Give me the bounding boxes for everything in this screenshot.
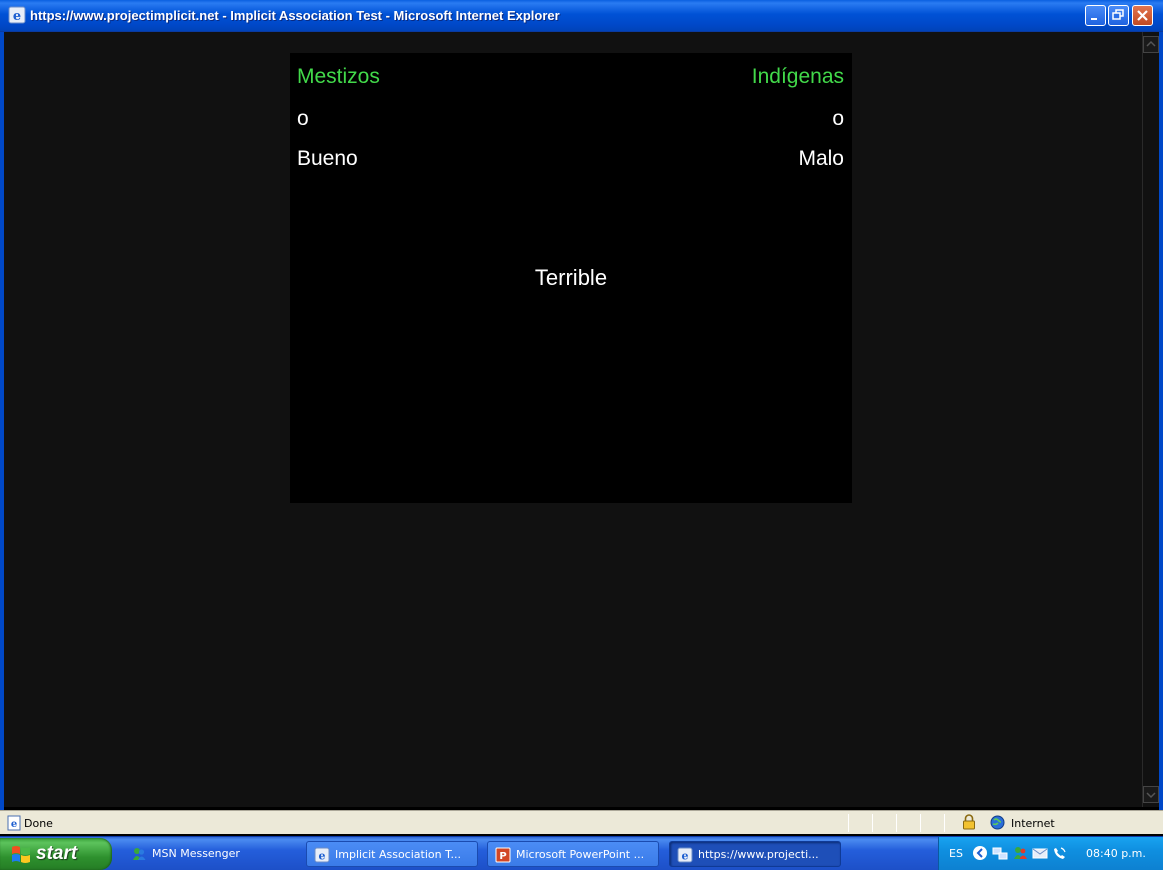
- right-connector-label: o: [832, 107, 844, 130]
- vertical-scrollbar[interactable]: [1142, 32, 1159, 807]
- dialup-connection-icon[interactable]: [1052, 845, 1068, 861]
- network-icon[interactable]: [992, 845, 1008, 861]
- scroll-up-button[interactable]: [1143, 36, 1159, 53]
- iat-panel: Mestizos o Bueno Indígenas o Malo Terrib…: [290, 53, 852, 503]
- taskbar-button-implicit-association[interactable]: e Implicit Association T...: [306, 841, 478, 867]
- minimize-icon: [1091, 18, 1097, 20]
- lock-icon[interactable]: [962, 814, 976, 830]
- internet-zone-icon: [990, 815, 1005, 830]
- chevron-up-icon: [1146, 40, 1156, 47]
- stimulus-word: Terrible: [534, 265, 608, 290]
- page-done-icon: e: [7, 815, 21, 831]
- svg-text:e: e: [682, 850, 689, 863]
- taskbar-button-powerpoint[interactable]: P Microsoft PowerPoint ...: [487, 841, 659, 867]
- taskbar-button-projectimplicit[interactable]: e https://www.projecti...: [669, 841, 841, 867]
- taskbar-button-label: Microsoft PowerPoint ...: [516, 848, 645, 861]
- taskbar-button-label: https://www.projecti...: [698, 848, 819, 861]
- window-title: https://www.projectimplicit.net - Implic…: [30, 8, 560, 23]
- status-divider: [872, 814, 873, 832]
- system-tray: ES 08:40 p.m.: [938, 837, 1163, 870]
- left-attribute-label: Bueno: [297, 147, 358, 170]
- security-zone-label: Internet: [1011, 817, 1055, 830]
- clock[interactable]: 08:40 p.m.: [1086, 847, 1146, 860]
- internet-explorer-icon: e: [677, 847, 693, 863]
- restore-icon: [1112, 9, 1124, 20]
- window-frame-right: [1159, 32, 1163, 810]
- internet-explorer-icon: e: [314, 847, 330, 863]
- svg-text:e: e: [319, 850, 326, 863]
- mail-icon[interactable]: [1032, 845, 1048, 861]
- chevron-down-icon: [1146, 792, 1156, 799]
- close-icon: [1137, 10, 1148, 21]
- windows-logo-icon: [12, 846, 30, 863]
- svg-text:P: P: [499, 851, 506, 862]
- right-category-label: Indígenas: [751, 65, 844, 88]
- taskbar-button-msn-messenger[interactable]: MSN Messenger: [124, 841, 296, 867]
- status-divider: [896, 814, 897, 832]
- start-button[interactable]: start: [0, 838, 112, 870]
- status-divider: [920, 814, 921, 832]
- msn-messenger-icon: [133, 848, 146, 860]
- svg-text:e: e: [13, 9, 21, 24]
- chevron-left-icon[interactable]: [972, 845, 988, 861]
- status-divider: [944, 814, 945, 832]
- status-bar: e Done Internet: [0, 810, 1163, 834]
- close-button[interactable]: [1132, 5, 1153, 26]
- scroll-down-button[interactable]: [1143, 786, 1159, 803]
- language-indicator[interactable]: ES: [949, 847, 963, 860]
- status-divider: [848, 814, 849, 832]
- right-attribute-label: Malo: [798, 147, 844, 170]
- msn-messenger-icon[interactable]: [1012, 845, 1028, 861]
- svg-text:e: e: [11, 819, 17, 830]
- internet-explorer-icon: e: [8, 6, 26, 24]
- taskbar-button-label: MSN Messenger: [152, 847, 240, 860]
- restore-button[interactable]: [1108, 5, 1129, 26]
- minimize-button[interactable]: [1085, 5, 1106, 26]
- left-category-label: Mestizos: [297, 65, 380, 88]
- powerpoint-icon: P: [495, 847, 511, 863]
- left-connector-label: o: [297, 107, 309, 130]
- status-text: Done: [24, 817, 53, 830]
- start-label: start: [36, 843, 78, 864]
- taskbar: start MSN Messenger e Implicit Associati…: [0, 836, 1163, 870]
- taskbar-button-label: Implicit Association T...: [335, 848, 462, 861]
- title-bar[interactable]: e https://www.projectimplicit.net - Impl…: [0, 0, 1163, 32]
